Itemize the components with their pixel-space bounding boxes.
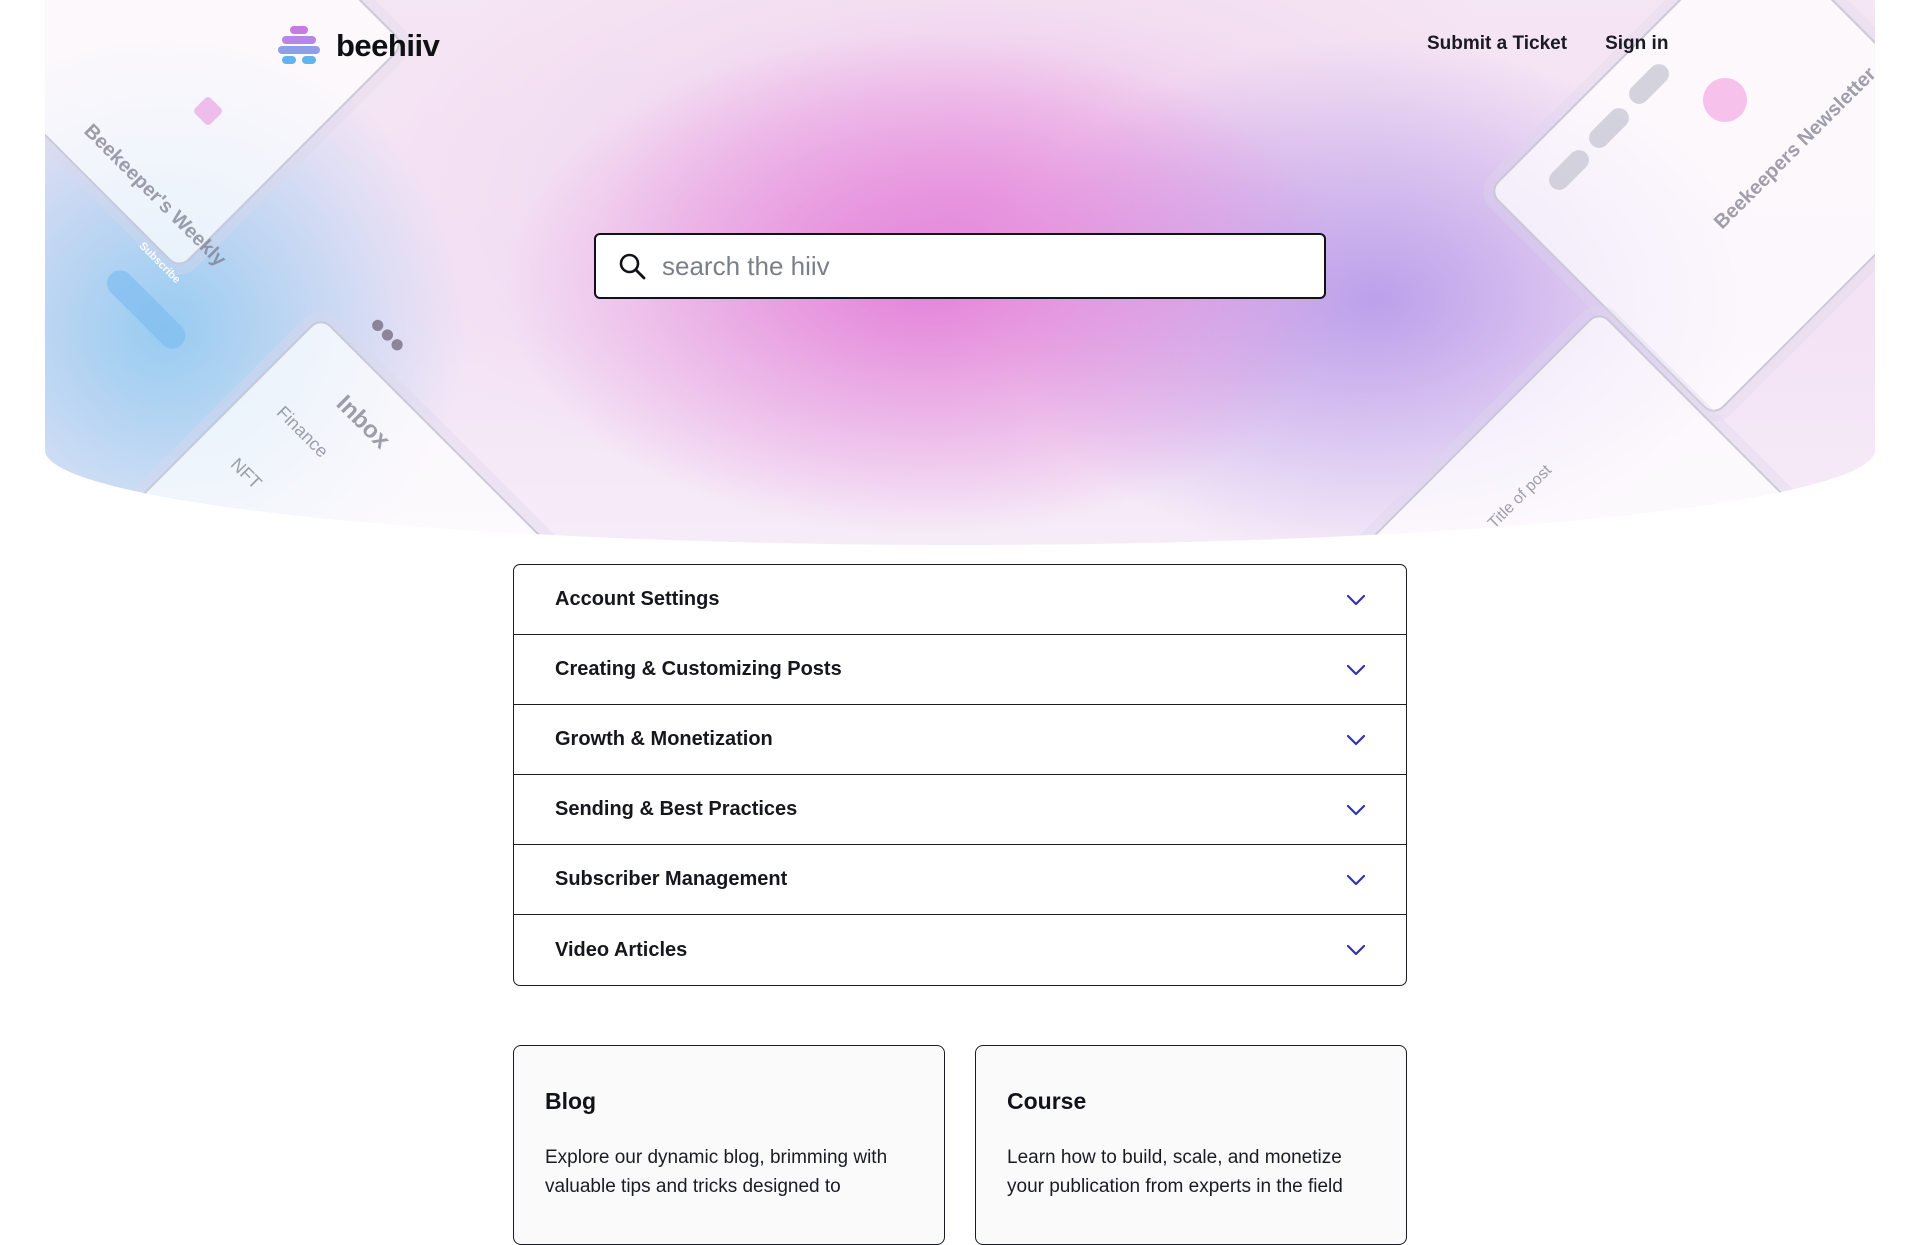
brand-logo[interactable]: beehiiv <box>276 24 440 68</box>
search-bar[interactable] <box>594 233 1326 299</box>
search-input[interactable] <box>662 250 1282 282</box>
chevron-down-icon <box>1346 944 1366 956</box>
chevron-down-icon <box>1346 734 1366 745</box>
top-nav: Submit a Ticket Sign in <box>1427 33 1668 55</box>
sign-in-link[interactable]: Sign in <box>1605 33 1668 55</box>
category-growth-monetization[interactable]: Growth & Monetization <box>514 705 1406 775</box>
course-card[interactable]: Course Learn how to build, scale, and mo… <box>975 1045 1407 1245</box>
course-card-title: Course <box>1007 1088 1087 1114</box>
brand-name: beehiiv <box>336 28 440 63</box>
chevron-down-icon <box>1346 664 1366 675</box>
category-creating-customizing-posts[interactable]: Creating & Customizing Posts <box>514 635 1406 705</box>
category-video-articles[interactable]: Video Articles <box>514 915 1406 985</box>
chevron-down-icon <box>1346 804 1366 815</box>
search-icon <box>619 253 646 280</box>
submit-ticket-link[interactable]: Submit a Ticket <box>1427 33 1567 55</box>
category-label: Sending & Best Practices <box>555 798 798 820</box>
blog-card-description: Explore our dynamic blog, brimming with … <box>545 1147 888 1197</box>
chevron-down-icon <box>1346 594 1366 605</box>
category-label: Account Settings <box>555 588 720 610</box>
chevron-down-icon <box>1346 874 1366 885</box>
course-card-description: Learn how to build, scale, and monetize … <box>1007 1147 1343 1197</box>
blog-card[interactable]: Blog Explore our dynamic blog, brimming … <box>513 1045 945 1245</box>
category-label: Video Articles <box>555 938 688 961</box>
category-account-settings[interactable]: Account Settings <box>514 565 1406 635</box>
category-subscriber-management[interactable]: Subscriber Management <box>514 845 1406 915</box>
decor-react-icon <box>1703 78 1747 122</box>
decor-dots-icon: ●●● <box>362 307 414 359</box>
category-label: Subscriber Management <box>555 868 788 890</box>
beehive-logo-icon <box>278 26 320 64</box>
blog-card-title: Blog <box>545 1088 597 1114</box>
decor-card-inbox <box>80 315 590 545</box>
category-label: Growth & Monetization <box>555 728 773 750</box>
category-label: Creating & Customizing Posts <box>555 658 842 680</box>
decor-card-editor <box>1487 0 1875 418</box>
category-sending-best-practices[interactable]: Sending & Best Practices <box>514 775 1406 845</box>
category-accordion: Account Settings Creating & Customizing … <box>513 564 1407 986</box>
hero-banner: Beekeeper's Weekly Subscribe ●●● Inbox F… <box>45 0 1875 545</box>
